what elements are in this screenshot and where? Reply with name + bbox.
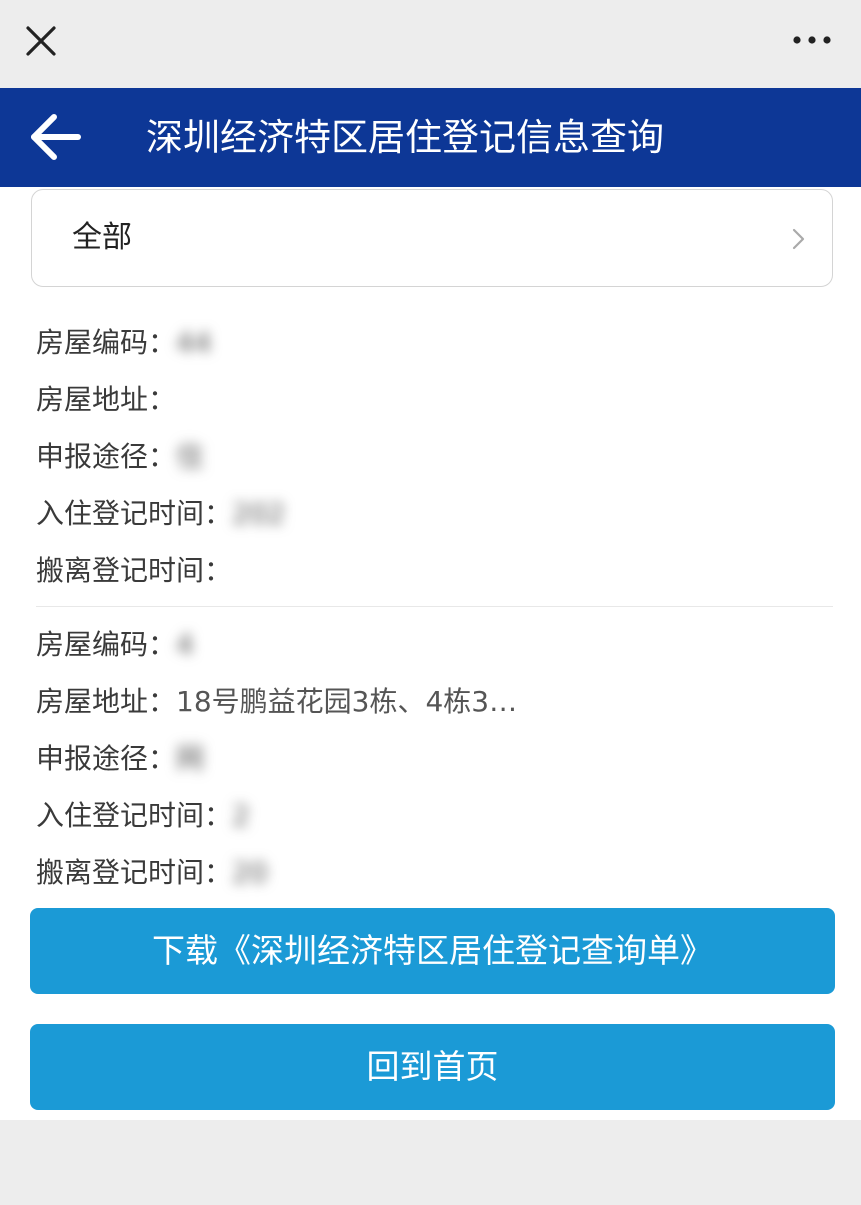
checkout-value: 20: [232, 856, 268, 889]
record-divider: [36, 606, 833, 607]
address-row: 房屋地址：: [36, 371, 836, 428]
channel-value: 住: [176, 440, 205, 473]
address-row: 房屋地址：18号鹏益花园3栋、4栋3…: [36, 673, 836, 730]
chevron-right-icon: [792, 228, 805, 250]
record-item: 房屋编码：44 房屋地址： 申报途径：住 入住登记时间：202 搬离登记时间：: [36, 314, 836, 599]
house-code-value: 4: [176, 628, 194, 661]
checkin-value: 202: [232, 497, 286, 530]
house-code-row: 房屋编码：44: [36, 314, 836, 371]
checkin-row: 入住登记时间：2: [36, 787, 836, 844]
address-label: 房屋地址：: [36, 383, 177, 416]
address-value: 18号鹏益花园3栋、4栋3…: [176, 685, 518, 718]
checkout-row: 搬离登记时间：: [36, 542, 836, 599]
channel-label: 申报途径：: [36, 742, 177, 775]
address-label: 房屋地址：: [36, 685, 177, 718]
checkout-label: 搬离登记时间：: [36, 856, 233, 889]
browser-top-bar: [0, 0, 861, 88]
filter-select[interactable]: 全部: [31, 189, 833, 287]
back-arrow-icon[interactable]: [26, 111, 84, 163]
filter-label: 全部: [72, 220, 132, 255]
main-content: 全部 房屋编码：44 房屋地址： 申报途径：住 入住登记时间：202 搬离登记时…: [0, 187, 861, 1120]
app-header: 深圳经济特区居住登记信息查询: [0, 88, 861, 187]
house-code-label: 房屋编码：: [36, 628, 177, 661]
close-icon[interactable]: [18, 18, 64, 64]
house-code-row: 房屋编码：4: [36, 616, 836, 673]
house-code-label: 房屋编码：: [36, 326, 177, 359]
checkin-row: 入住登记时间：202: [36, 485, 836, 542]
record-item: 房屋编码：4 房屋地址：18号鹏益花园3栋、4栋3… 申报途径：网 入住登记时间…: [36, 616, 836, 901]
channel-row: 申报途径：网: [36, 730, 836, 787]
channel-value: 网: [176, 742, 205, 775]
checkin-label: 入住登记时间：: [36, 497, 233, 530]
checkin-value: 2: [232, 799, 250, 832]
checkin-label: 入住登记时间：: [36, 799, 233, 832]
more-dots-icon[interactable]: [787, 20, 837, 60]
checkout-row: 搬离登记时间：20: [36, 844, 836, 901]
page-title: 深圳经济特区居住登记信息查询: [146, 116, 664, 159]
home-button[interactable]: 回到首页: [30, 1024, 835, 1110]
download-query-form-button[interactable]: 下载《深圳经济特区居住登记查询单》: [30, 908, 835, 994]
channel-label: 申报途径：: [36, 440, 177, 473]
channel-row: 申报途径：住: [36, 428, 836, 485]
checkout-label: 搬离登记时间：: [36, 554, 233, 587]
house-code-value: 44: [176, 326, 212, 359]
